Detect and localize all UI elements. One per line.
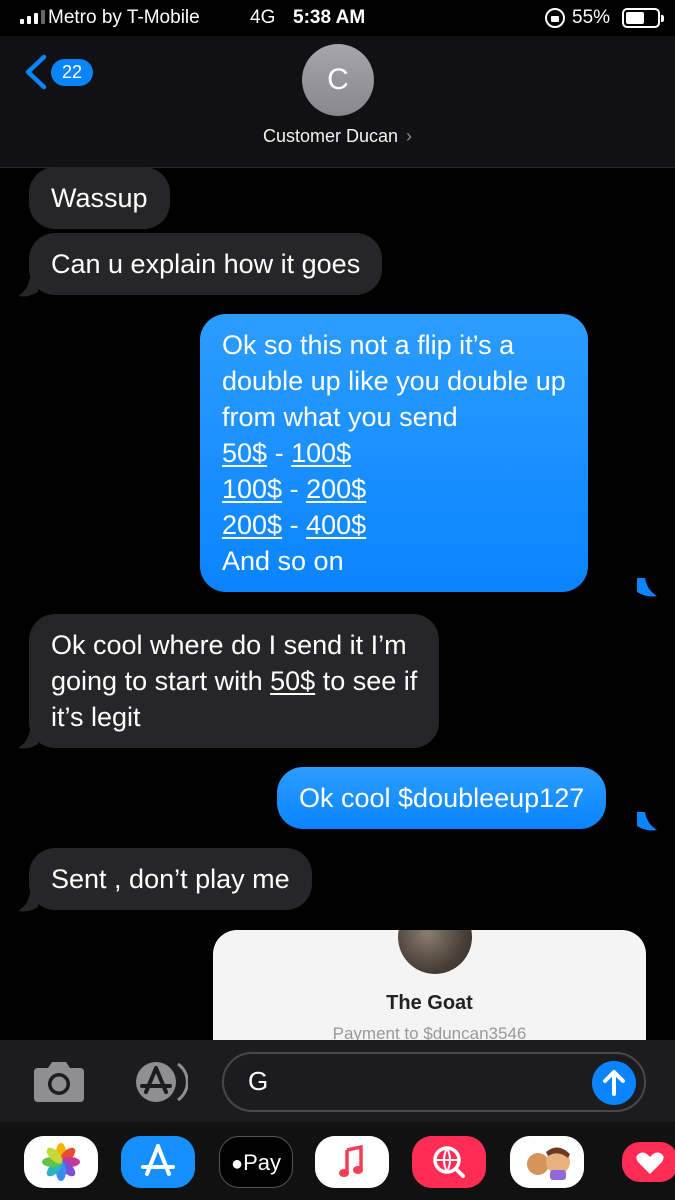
message-line: And so on: [222, 546, 344, 576]
app-store-icon[interactable]: [121, 1136, 195, 1188]
compose-bar: G: [0, 1040, 675, 1122]
imessage-app-drawer: ●Pay: [0, 1122, 675, 1200]
conversation-header: 22 C Customer Ducan ›: [0, 36, 675, 168]
bubble-tail: [18, 893, 38, 912]
detected-amount-link[interactable]: 50$: [270, 666, 315, 696]
bubble-tail: [18, 278, 38, 297]
outgoing-message[interactable]: Ok cool $doubleeup127: [277, 767, 607, 829]
message-line: double up like you double up: [222, 366, 566, 396]
message-line: Ok cool $doubleeup127: [299, 783, 585, 813]
detected-amount-link[interactable]: 100$: [291, 438, 351, 468]
payment-recipient-name: The Goat: [386, 992, 473, 1014]
detected-amount-link[interactable]: 200$: [306, 474, 366, 504]
clock: 5:38 AM: [293, 7, 366, 28]
network-label: 4G: [250, 7, 276, 28]
detected-amount-link[interactable]: 200$: [222, 510, 282, 540]
detected-amount-link[interactable]: 50$: [222, 438, 267, 468]
contact-name-button[interactable]: Customer Ducan ›: [0, 126, 675, 147]
bubble-tail: [18, 730, 38, 749]
outgoing-message[interactable]: Ok so this not a flip it’s a double up li…: [200, 314, 588, 592]
music-icon[interactable]: [315, 1136, 389, 1188]
back-chevron-icon[interactable]: [22, 54, 50, 90]
message-line: from what you send: [222, 402, 458, 432]
payment-avatar: [398, 930, 472, 974]
web-search-icon[interactable]: [412, 1136, 486, 1188]
message-line: 50$ - 100$: [222, 438, 352, 468]
camera-icon[interactable]: [30, 1060, 88, 1104]
message-line: it’s legit: [51, 702, 141, 732]
incoming-message[interactable]: Wassup: [29, 167, 170, 229]
contact-name: Customer Ducan: [262, 126, 399, 146]
apple-pay-icon[interactable]: ●Pay: [219, 1136, 293, 1188]
apple-pay-label: Pay: [243, 1150, 281, 1175]
digital-touch-icon[interactable]: [608, 1136, 675, 1188]
message-input-value: G: [248, 1066, 269, 1096]
message-line: 200$ - 400$: [222, 510, 367, 540]
signal-icon: [20, 10, 45, 24]
message-input[interactable]: G: [222, 1052, 646, 1112]
incoming-message[interactable]: Sent , don’t play me: [29, 848, 312, 910]
carrier-label: Metro by T-Mobile: [48, 7, 200, 28]
status-bar: Metro by T-Mobile 4G 5:38 AM 55%: [0, 0, 675, 36]
battery-icon: [622, 8, 664, 28]
bubble-tail: [637, 578, 657, 597]
app-store-apps-icon[interactable]: [126, 1060, 188, 1104]
detected-amount-link[interactable]: 100$: [222, 474, 282, 504]
rotation-lock-icon: [545, 8, 565, 28]
memoji-icon[interactable]: [510, 1136, 584, 1188]
battery-percent: 55%: [572, 7, 611, 28]
send-arrow-icon[interactable]: [592, 1061, 636, 1105]
incoming-message[interactable]: Ok cool where do I send it I’m going to s…: [29, 614, 440, 748]
detected-amount-link[interactable]: 400$: [306, 510, 366, 540]
apple-logo-icon: ●: [230, 1153, 244, 1175]
message-line: Sent , don’t play me: [51, 864, 290, 894]
message-line: Ok cool where do I send it I’m: [51, 630, 407, 660]
bubble-tail: [637, 812, 657, 831]
incoming-message[interactable]: Can u explain how it goes: [29, 233, 383, 295]
message-line: 100$ - 200$: [222, 474, 367, 504]
unread-count-badge[interactable]: 22: [51, 59, 93, 86]
contact-avatar[interactable]: C: [302, 44, 374, 116]
photos-icon[interactable]: [24, 1136, 98, 1188]
message-line: Wassup: [51, 183, 148, 213]
message-line: Ok so this not a flip it’s a: [222, 330, 515, 360]
chevron-right-icon: ›: [406, 126, 413, 146]
message-line: going to start with 50$ to see if: [51, 666, 418, 696]
message-line: Can u explain how it goes: [51, 249, 361, 279]
